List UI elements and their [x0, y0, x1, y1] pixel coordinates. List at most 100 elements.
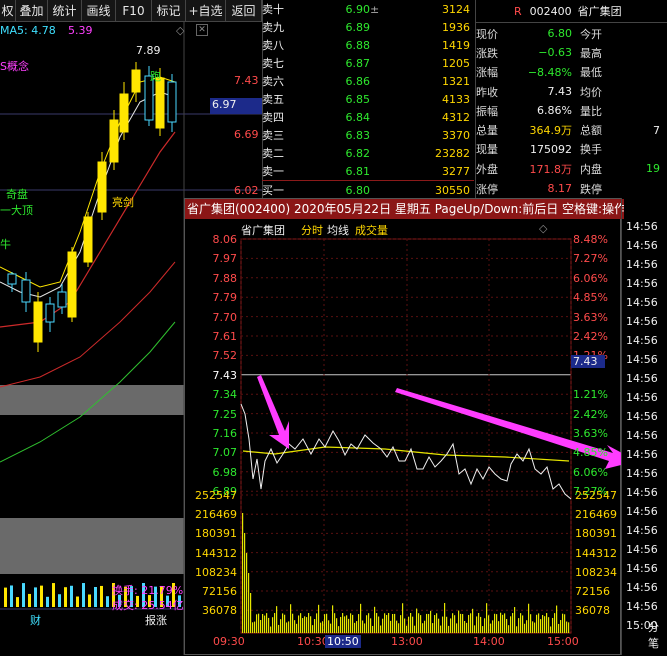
- stat-label: 总量: [476, 124, 498, 138]
- volume-bar: [554, 613, 556, 633]
- volume-bar: [460, 613, 462, 633]
- ask-row[interactable]: 卖四 6.84 4312: [262, 108, 474, 126]
- stat-row: 现价 6.80 今开: [476, 24, 667, 43]
- tick-time: 14:56: [626, 296, 658, 309]
- toolbar-button-back[interactable]: 返回: [226, 0, 262, 22]
- ask-price: 6.90: [345, 2, 371, 16]
- volume-bar: [514, 607, 516, 633]
- toolbar-button-overlay[interactable]: 叠加: [16, 0, 48, 22]
- r-flag: R: [514, 4, 522, 18]
- kline-volume-bar: [94, 587, 97, 607]
- ask-row[interactable]: 卖三 6.83 3370: [262, 126, 474, 144]
- ask-row[interactable]: 卖五 6.85 4133: [262, 90, 474, 108]
- volume-bar: [412, 616, 414, 633]
- volume-bar: [394, 613, 396, 633]
- kline-volume-bar: [34, 587, 37, 607]
- time-axis-label: 09:30: [213, 635, 245, 648]
- ask-volume: 23282: [435, 146, 470, 160]
- liang-jian-label: 亮剑: [112, 196, 134, 209]
- tick-time: 14:56: [626, 562, 658, 575]
- volume-bar: [346, 615, 348, 633]
- close-icon[interactable]: ✕: [196, 24, 208, 36]
- stat-row: 昨收 7.43 均价: [476, 82, 667, 101]
- kline-volume-bar: [22, 583, 25, 607]
- candle-body: [155, 77, 165, 129]
- volume-bar: [248, 573, 250, 633]
- volume-axis-label: 252547: [195, 489, 237, 502]
- volume-bar: [428, 613, 430, 633]
- volume-bar: [506, 618, 508, 633]
- volume-axis-label: 108234: [195, 565, 237, 579]
- diamond-icon[interactable]: ◇: [176, 24, 184, 37]
- ask-label: 卖十: [262, 3, 284, 17]
- toolbar-button-mark[interactable]: 标记: [152, 0, 186, 22]
- intraday-popup[interactable]: 省广集团(002400) 2020年05月22日 星期五 PageUp/Down…: [184, 198, 624, 655]
- ask-row[interactable]: 卖九 6.89 1936: [262, 18, 474, 36]
- volume-bar: [392, 613, 394, 633]
- ask-label: 卖三: [262, 129, 284, 143]
- ask-label: 卖九: [262, 21, 284, 35]
- volume-bar: [556, 605, 558, 633]
- ask-volume: 4312: [442, 110, 470, 124]
- volume-bar: [270, 626, 272, 633]
- ask-row[interactable]: 卖八 6.88 1419: [262, 36, 474, 54]
- volume-axis-label-right: 144312: [575, 546, 617, 560]
- volume-bar: [242, 513, 244, 633]
- tick-time: 14:56: [626, 353, 658, 366]
- stat-label-2: 总额: [580, 124, 602, 138]
- bid1-row[interactable]: 买一 6.80 30550: [262, 180, 474, 199]
- ask-row[interactable]: 卖一 6.81 3277: [262, 162, 474, 180]
- stat-label: 涨幅: [476, 66, 498, 80]
- volume-bar: [498, 621, 500, 633]
- toolbar-button-stats[interactable]: 统计: [48, 0, 82, 22]
- volume-bar: [340, 616, 342, 633]
- stat-label-2: 内盘: [580, 162, 602, 176]
- volume-bar: [344, 616, 346, 633]
- price-axis-label: 7.97: [212, 252, 238, 266]
- tick-time: 14:56: [626, 220, 658, 233]
- volume-bar: [456, 623, 458, 633]
- volume-axis-label: 72156: [202, 585, 237, 598]
- toolbar-button-add-watch[interactable]: +自选: [186, 0, 226, 22]
- ask-price: 6.86: [345, 74, 371, 88]
- volume-bar: [306, 617, 308, 633]
- volume-bar: [256, 614, 258, 633]
- volume-bar: [518, 618, 520, 633]
- stat-row: 涨幅 −8.48% 最低: [476, 63, 667, 82]
- volume-bar: [390, 620, 392, 633]
- volume-bar: [280, 619, 282, 633]
- volume-bar: [366, 615, 368, 633]
- price-axis-label: 7.70: [212, 310, 238, 324]
- limit-up-label: 涨停: [476, 182, 498, 196]
- ask-row[interactable]: 卖十 6.90 ±3124: [262, 0, 474, 18]
- volume-bar: [352, 614, 354, 633]
- toolbar-button-f10[interactable]: F10: [116, 0, 152, 22]
- volume-bar: [520, 613, 522, 633]
- tick-time-column[interactable]: 14:56 14:56 14:56 14:56 14:56 14:56 14:56 14:56…: [621, 198, 667, 655]
- toolbar-button-quan[interactable]: 权: [0, 0, 16, 22]
- ask-row[interactable]: 卖六 6.86 1321: [262, 72, 474, 90]
- stat-value: 364.9万: [529, 124, 573, 138]
- volume-bar: [442, 616, 444, 633]
- volume-bar: [510, 616, 512, 633]
- stat-value-2: 19: [646, 162, 660, 176]
- volume-bar: [294, 620, 296, 633]
- candle-body: [167, 81, 177, 123]
- volume-bar: [264, 615, 266, 633]
- tick-time: 14:56: [626, 429, 658, 442]
- price-axis-label: 8.06: [212, 233, 238, 246]
- kline-price-743: 7.43: [234, 74, 259, 87]
- deal-amount-label: 成交: 25.54亿: [112, 599, 184, 612]
- fenbi-tab[interactable]: 分笔: [648, 619, 667, 651]
- stat-label-2: 最低: [580, 66, 602, 80]
- volume-bar: [534, 622, 536, 633]
- volume-bar: [384, 613, 386, 633]
- ask-price: 6.82: [345, 146, 371, 160]
- ask-row[interactable]: 卖七 6.87 1205: [262, 54, 474, 72]
- volume-bar: [504, 613, 506, 633]
- ask-row[interactable]: 卖二 6.82 23282: [262, 144, 474, 162]
- candle-body: [67, 251, 77, 318]
- tick-time: 14:56: [626, 581, 658, 594]
- volume-bar: [522, 615, 524, 633]
- toolbar-button-draw[interactable]: 画线: [82, 0, 116, 22]
